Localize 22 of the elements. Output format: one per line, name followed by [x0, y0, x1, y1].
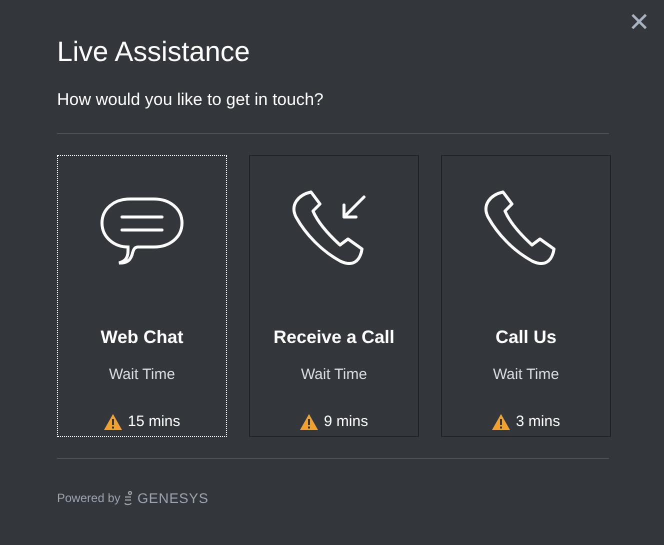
brand-name: GENESYS [137, 490, 209, 506]
powered-by-text: Powered by [57, 491, 120, 505]
wait-time-value: 15 mins [128, 413, 180, 430]
contact-option-card[interactable]: Web Chat Wait Time 15 mins [57, 155, 227, 437]
dialog-title: Live Assistance [57, 36, 251, 69]
wait-time-label: Wait Time [492, 366, 560, 383]
close-button[interactable]: ✕ [624, 8, 654, 38]
option-label: Call Us [495, 327, 557, 348]
warning-icon [492, 414, 510, 430]
option-label: Receive a Call [273, 327, 395, 348]
warning-icon [104, 414, 122, 430]
contact-option-card[interactable]: Call Us Wait Time 3 mins [441, 155, 611, 437]
wait-time-value: 3 mins [516, 413, 560, 430]
option-label: Web Chat [100, 327, 184, 348]
wait-time-label: Wait Time [300, 366, 368, 383]
wait-time-label: Wait Time [108, 366, 176, 383]
prompt-text: How would you like to get in touch? [57, 90, 324, 110]
logo-icon [124, 490, 134, 506]
contact-option-card[interactable]: Receive a Call Wait Time 9 mins [249, 155, 419, 437]
wait-time-value: 9 mins [324, 413, 368, 430]
speech-bubble-icon [100, 195, 184, 267]
warning-icon [300, 414, 318, 430]
